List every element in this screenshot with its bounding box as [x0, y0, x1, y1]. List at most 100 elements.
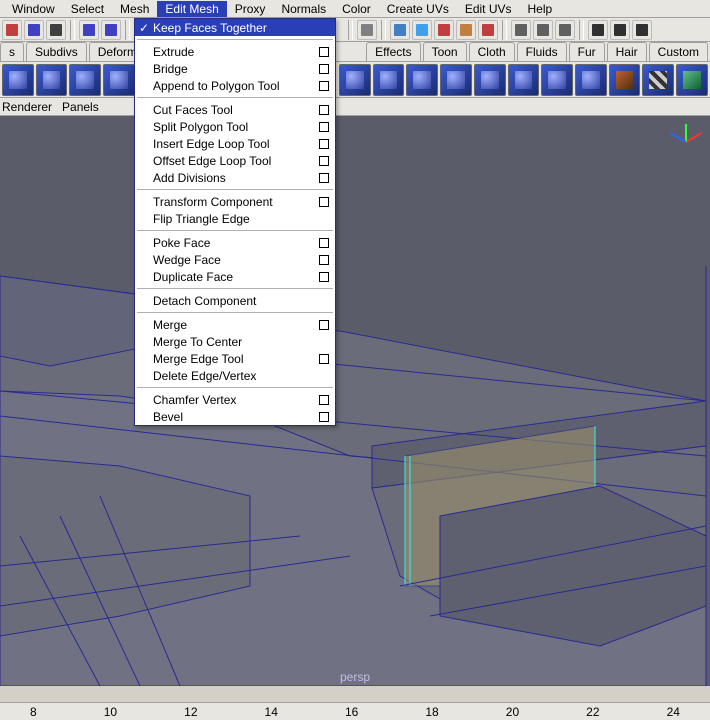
shelf-tab-cloth[interactable]: Cloth	[469, 42, 515, 61]
shelf-icon[interactable]	[508, 64, 540, 96]
view-axis-gizmo[interactable]	[666, 122, 706, 162]
shelf-icon[interactable]	[373, 64, 405, 96]
shelf-icon[interactable]	[541, 64, 573, 96]
menu-color[interactable]: Color	[334, 1, 379, 17]
tool-icon[interactable]	[533, 20, 553, 40]
shelf-icon[interactable]	[575, 64, 607, 96]
timeline-frame: 8	[30, 705, 37, 719]
shelf-icon[interactable]	[609, 64, 641, 96]
option-box-icon[interactable]	[319, 255, 329, 265]
shelf-tab-fur[interactable]: Fur	[569, 42, 605, 61]
shelf-tab-subdivs[interactable]: Subdivs	[26, 42, 87, 61]
tool-icon[interactable]	[434, 20, 454, 40]
shelf-icon[interactable]	[474, 64, 506, 96]
tool-icon[interactable]	[357, 20, 377, 40]
option-box-icon[interactable]	[319, 122, 329, 132]
option-box-icon[interactable]	[319, 412, 329, 422]
menu-item-merge-edge-tool[interactable]: Merge Edge Tool	[135, 350, 335, 367]
menu-item-poke-face[interactable]: Poke Face	[135, 234, 335, 251]
magnet-icon[interactable]	[478, 20, 498, 40]
menu-item-detach-component[interactable]: Detach Component	[135, 292, 335, 309]
option-box-icon[interactable]	[319, 238, 329, 248]
menu-window[interactable]: Window	[4, 1, 63, 17]
option-box-icon[interactable]	[319, 47, 329, 57]
tool-icon[interactable]	[2, 20, 22, 40]
tool-icon[interactable]	[24, 20, 44, 40]
option-box-icon[interactable]	[319, 156, 329, 166]
shelf-tab-fluids[interactable]: Fluids	[517, 42, 567, 61]
menu-edit-mesh[interactable]: Edit Mesh	[157, 1, 226, 17]
menu-item-flip-triangle-edge[interactable]: Flip Triangle Edge	[135, 210, 335, 227]
tool-icon[interactable]	[79, 20, 99, 40]
menu-item-label: Merge	[153, 318, 187, 332]
panel-menu-renderer[interactable]: Renderer	[2, 100, 52, 114]
timeline-frame: 12	[184, 705, 197, 719]
menu-item-label: Chamfer Vertex	[153, 393, 236, 407]
separator	[70, 20, 75, 40]
option-box-icon[interactable]	[319, 173, 329, 183]
shelf-tab-custom[interactable]: Custom	[649, 42, 708, 61]
shelf-cylinder-icon[interactable]	[69, 64, 101, 96]
option-box-icon[interactable]	[319, 320, 329, 330]
menu-item-wedge-face[interactable]: Wedge Face	[135, 251, 335, 268]
option-box-icon[interactable]	[319, 272, 329, 282]
shelf-icon[interactable]	[440, 64, 472, 96]
shelf-icon[interactable]	[339, 64, 371, 96]
panel-menu-panels[interactable]: Panels	[62, 100, 99, 114]
ipr-icon[interactable]	[610, 20, 630, 40]
grid-icon[interactable]	[390, 20, 410, 40]
viewport-3d[interactable]: persp	[0, 116, 710, 686]
render-icon[interactable]	[588, 20, 608, 40]
menu-item-keep-faces-together[interactable]: ✓Keep Faces Together	[135, 19, 335, 36]
option-box-icon[interactable]	[319, 64, 329, 74]
menu-item-transform-component[interactable]: Transform Component	[135, 193, 335, 210]
shelf-icon[interactable]	[406, 64, 438, 96]
option-box-icon[interactable]	[319, 354, 329, 364]
option-box-icon[interactable]	[319, 395, 329, 405]
option-box-icon[interactable]	[319, 105, 329, 115]
menu-item-duplicate-face[interactable]: Duplicate Face	[135, 268, 335, 285]
menu-item-delete-edge-vertex[interactable]: Delete Edge/Vertex	[135, 367, 335, 384]
tool-icon[interactable]	[46, 20, 66, 40]
menu-mesh[interactable]: Mesh	[112, 1, 157, 17]
menu-item-split-polygon-tool[interactable]: Split Polygon Tool	[135, 118, 335, 135]
menu-item-chamfer-vertex[interactable]: Chamfer Vertex	[135, 391, 335, 408]
menu-item-bevel[interactable]: Bevel	[135, 408, 335, 425]
tool-icon[interactable]	[511, 20, 531, 40]
shelf-tab[interactable]: s	[0, 42, 24, 61]
shelf-cube-icon[interactable]	[36, 64, 68, 96]
menu-item-append-to-polygon-tool[interactable]: Append to Polygon Tool	[135, 77, 335, 94]
tool-icon[interactable]	[412, 20, 432, 40]
menu-select[interactable]: Select	[63, 1, 112, 17]
menu-proxy[interactable]: Proxy	[227, 1, 274, 17]
tool-icon[interactable]	[456, 20, 476, 40]
menu-item-merge-to-center[interactable]: Merge To Center	[135, 333, 335, 350]
menu-item-cut-faces-tool[interactable]: Cut Faces Tool	[135, 101, 335, 118]
menu-help[interactable]: Help	[520, 1, 561, 17]
shelf-tab-effects[interactable]: Effects	[366, 42, 420, 61]
menu-item-add-divisions[interactable]: Add Divisions	[135, 169, 335, 186]
menu-item-merge[interactable]: Merge	[135, 316, 335, 333]
shelf-icon[interactable]	[676, 64, 708, 96]
menu-item-insert-edge-loop-tool[interactable]: Insert Edge Loop Tool	[135, 135, 335, 152]
menu-item-extrude[interactable]: Extrude	[135, 43, 335, 60]
shelf-tab-hair[interactable]: Hair	[607, 42, 647, 61]
menu-item-label: Add Divisions	[153, 171, 226, 185]
option-box-icon[interactable]	[319, 81, 329, 91]
shelf-sphere-icon[interactable]	[2, 64, 34, 96]
shelf-plane-icon[interactable]	[103, 64, 135, 96]
shelf-tab-toon[interactable]: Toon	[423, 42, 467, 61]
option-box-icon[interactable]	[319, 197, 329, 207]
menu-create-uvs[interactable]: Create UVs	[379, 1, 457, 17]
menu-edit-uvs[interactable]: Edit UVs	[457, 1, 520, 17]
menu-item-offset-edge-loop-tool[interactable]: Offset Edge Loop Tool	[135, 152, 335, 169]
menu-item-bridge[interactable]: Bridge	[135, 60, 335, 77]
tool-icon[interactable]	[555, 20, 575, 40]
render-settings-icon[interactable]	[632, 20, 652, 40]
timeline[interactable]: 8 10 12 14 16 18 20 22 24	[0, 702, 710, 720]
shelf-checker-icon[interactable]	[642, 64, 674, 96]
tool-icon[interactable]	[101, 20, 121, 40]
menu-normals[interactable]: Normals	[273, 1, 334, 17]
option-box-icon[interactable]	[319, 139, 329, 149]
menu-item-label: Poke Face	[153, 236, 210, 250]
